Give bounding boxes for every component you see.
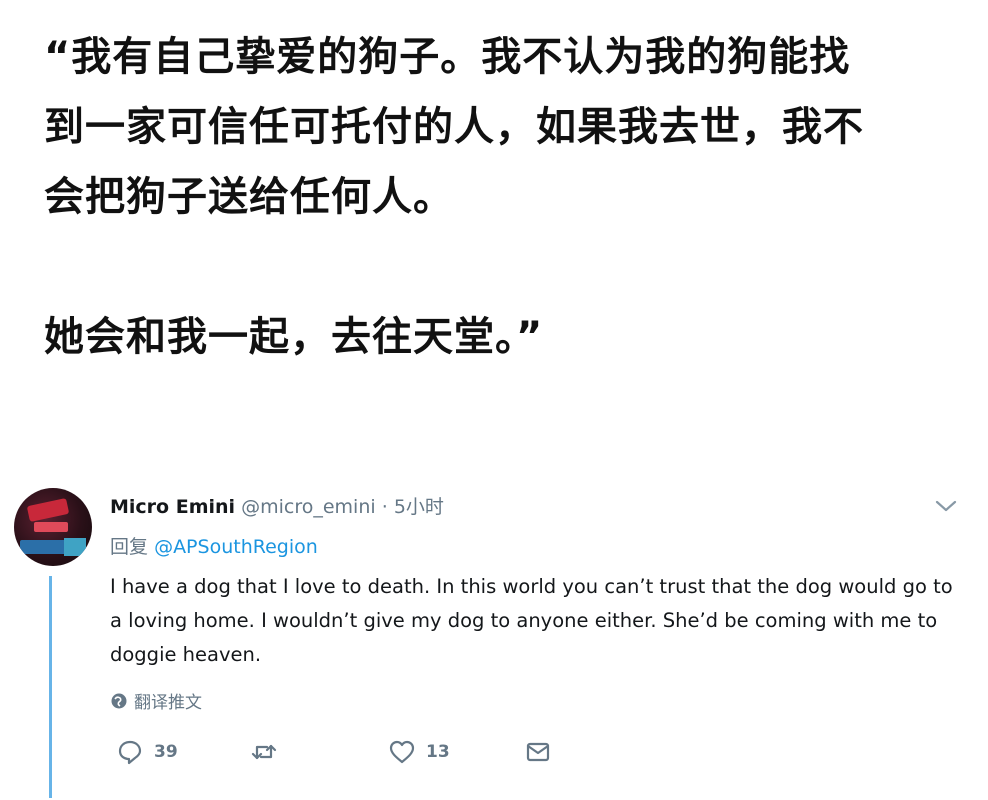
quote-text-block: “我有自己挚爱的狗子。我不认为我的狗能找 到一家可信任可托付的人，如果我去世，我… bbox=[44, 22, 964, 372]
like-button[interactable]: 13 bbox=[388, 738, 450, 766]
retweet-icon bbox=[251, 744, 277, 760]
message-icon bbox=[526, 742, 550, 762]
reply-to-line: 回复 @APSouthRegion bbox=[110, 532, 318, 559]
separator-dot: · bbox=[381, 496, 388, 518]
reply-icon bbox=[118, 740, 142, 765]
globe-icon bbox=[111, 693, 127, 708]
reply-prefix: 回复 bbox=[110, 536, 149, 558]
translate-label: 翻译推文 bbox=[134, 693, 202, 713]
translate-tweet-button[interactable]: 翻译推文 bbox=[110, 688, 202, 713]
tweet-text: I have a dog that I love to death. In th… bbox=[110, 575, 953, 666]
tweet-header: Micro Emini @micro_emini · 5小时 bbox=[110, 492, 444, 519]
author-handle[interactable]: @micro_emini bbox=[241, 496, 376, 518]
tweet-card[interactable]: Micro Emini @micro_emini · 5小时 回复 @APSou… bbox=[0, 480, 988, 800]
chevron-down-icon[interactable] bbox=[934, 498, 958, 514]
like-count: 13 bbox=[426, 742, 450, 762]
tweet-timestamp[interactable]: 5小时 bbox=[394, 496, 444, 518]
retweet-button[interactable] bbox=[250, 738, 288, 766]
quote-line-3: 会把狗子送给任何人。 bbox=[44, 174, 454, 220]
quote-spacer bbox=[44, 232, 964, 302]
avatar[interactable] bbox=[14, 488, 92, 566]
author-name[interactable]: Micro Emini bbox=[110, 496, 235, 518]
direct-message-button[interactable] bbox=[524, 738, 552, 766]
quote-line-1: “我有自己挚爱的狗子。我不认为我的狗能找 bbox=[44, 34, 851, 80]
avatar-sign-shape bbox=[64, 538, 86, 556]
quote-line-4: 她会和我一起，去往天堂。” bbox=[44, 314, 544, 360]
tweet-actions: 39 13 bbox=[0, 738, 988, 774]
quote-line-2: 到一家可信任可托付的人，如果我去世，我不 bbox=[44, 104, 864, 150]
avatar-sign-shape bbox=[34, 522, 68, 532]
reply-mention-link[interactable]: @APSouthRegion bbox=[154, 536, 318, 558]
like-icon bbox=[389, 740, 415, 764]
reply-count: 39 bbox=[154, 742, 178, 762]
avatar-sign-shape bbox=[26, 498, 70, 522]
reply-button[interactable]: 39 bbox=[116, 738, 178, 766]
